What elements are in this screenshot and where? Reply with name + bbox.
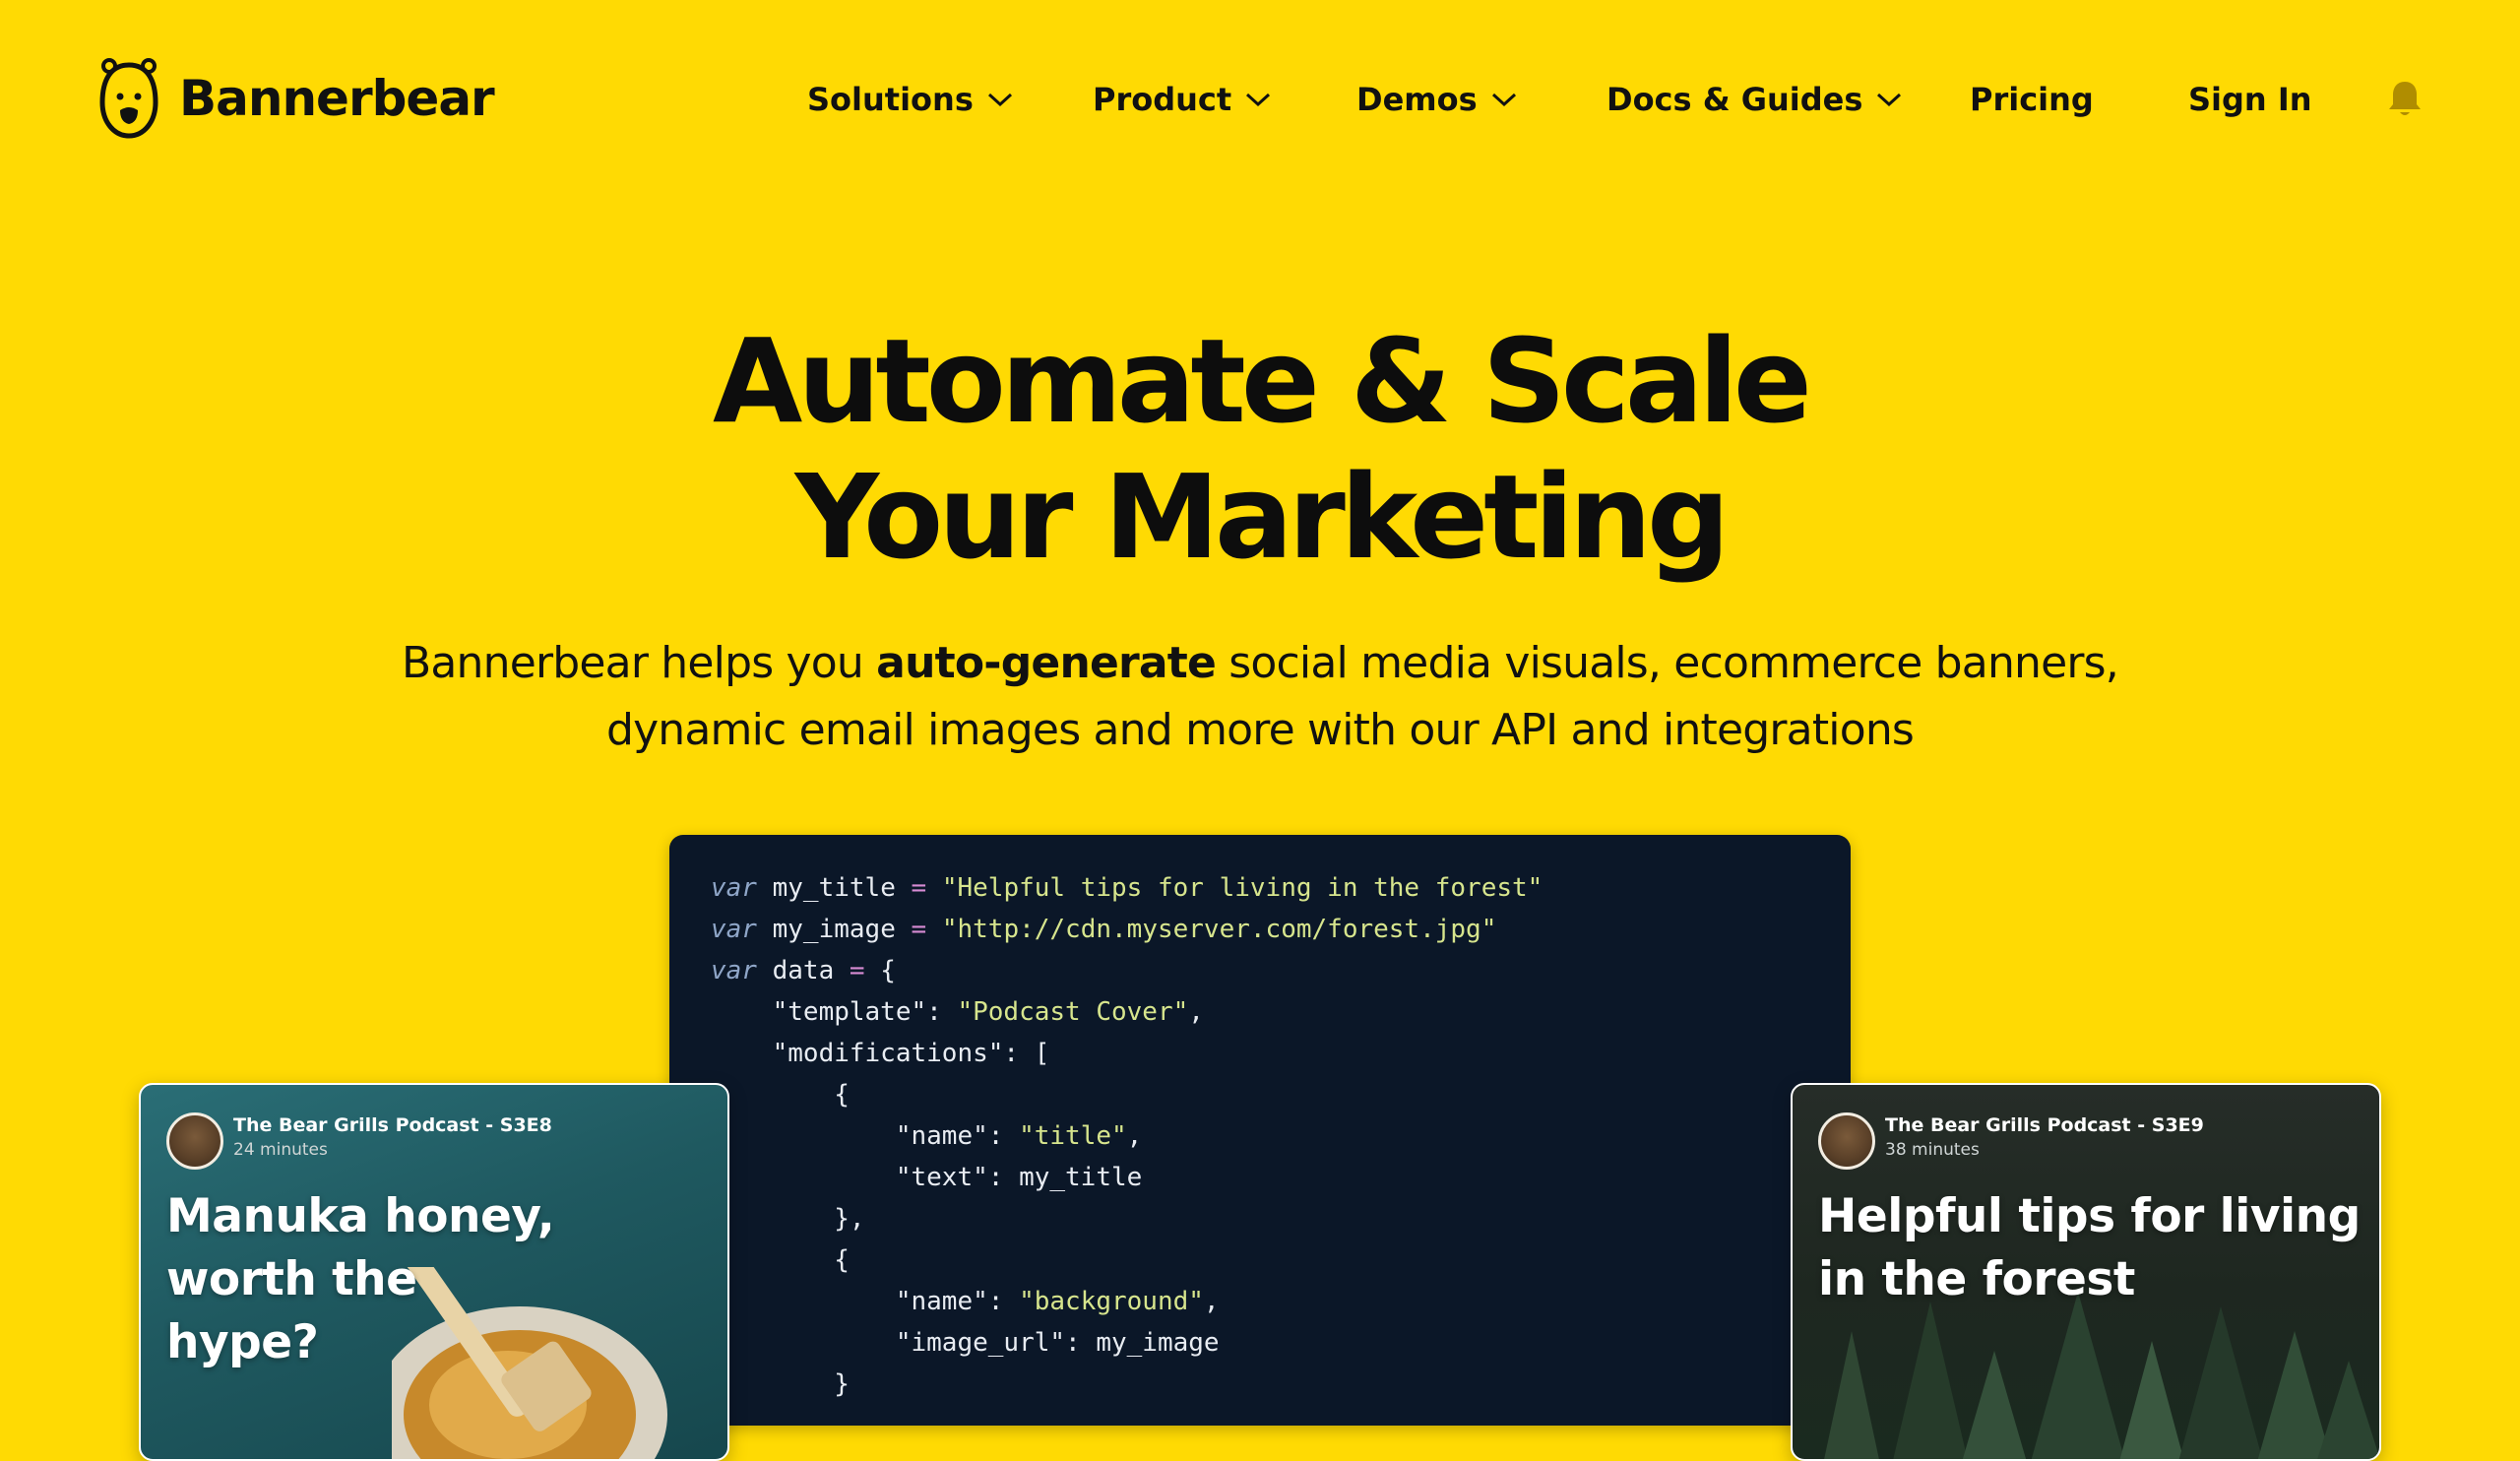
nav-demos[interactable]: Demos [1356, 75, 1517, 124]
podcast-avatar [1818, 1112, 1875, 1170]
code-line: } [711, 1369, 850, 1399]
nav-demos-label: Demos [1356, 81, 1478, 118]
nav-product-label: Product [1093, 81, 1232, 118]
nav-docs-guides-label: Docs & Guides [1606, 81, 1863, 118]
subheadline-emphasis: auto-generate [876, 638, 1217, 688]
subheadline-line-2: dynamic email images and more with our A… [605, 705, 1915, 755]
podcast-show-name: The Bear Grills Podcast - S3E8 [233, 1114, 552, 1136]
podcast-card-s3e8: The Bear Grills Podcast - S3E8 24 minute… [139, 1083, 729, 1461]
code-line: var data = { [711, 956, 896, 985]
podcast-episode-title: Helpful tips for living in the forest [1818, 1189, 2361, 1306]
code-line: var my_image = "http://cdn.myserver.com/… [711, 915, 1497, 944]
code-line: { [711, 1245, 850, 1275]
podcast-episode-title: Manuka honey, worth the hype? [166, 1189, 555, 1369]
chevron-down-icon [1491, 93, 1516, 107]
code-line: }, [711, 1204, 865, 1234]
hero-headline: Automate & Scale Your Marketing [0, 313, 2520, 585]
subheadline-intro: Bannerbear helps you [401, 638, 877, 688]
nav-sign-in-label: Sign In [2188, 81, 2312, 118]
code-line: "modifications": [ [711, 1039, 1050, 1068]
nav-pricing-label: Pricing [1970, 81, 2094, 118]
code-line: "name": "title", [711, 1121, 1143, 1151]
nav-docs-guides[interactable]: Docs & Guides [1606, 75, 1902, 124]
podcast-duration: 24 minutes [233, 1140, 328, 1160]
code-line: { [711, 1080, 850, 1110]
subheadline-line-1-rest: social media visuals, ecommerce banners, [1216, 638, 2119, 688]
code-line: var my_title = "Helpful tips for living … [711, 873, 1544, 903]
code-line: "image_url": my_image [711, 1328, 1220, 1358]
podcast-duration: 38 minutes [1885, 1140, 1980, 1160]
code-line: "template": "Podcast Cover", [711, 997, 1204, 1027]
nav-product[interactable]: Product [1093, 75, 1271, 124]
hero-headline-line-1: Automate & Scale [713, 313, 1812, 449]
chevron-down-icon [1877, 93, 1902, 107]
podcast-card-s3e9: The Bear Grills Podcast - S3E9 38 minute… [1791, 1083, 2381, 1461]
code-example-panel: var my_title = "Helpful tips for living … [669, 835, 1851, 1426]
code-line: "text": my_title [711, 1163, 1143, 1192]
chevron-down-icon [987, 93, 1012, 107]
podcast-avatar [166, 1112, 223, 1170]
nav-pricing[interactable]: Pricing [1970, 75, 2094, 124]
code-line: "name": "background", [711, 1287, 1220, 1316]
hero-headline-line-2: Your Marketing [794, 449, 1731, 585]
hero-subheadline: Bannerbear helps you auto-generate socia… [0, 630, 2520, 764]
top-navigation: Bannerbear Solutions Product Demos Docs … [0, 0, 2520, 197]
podcast-show-name: The Bear Grills Podcast - S3E9 [1885, 1114, 2204, 1136]
bell-icon[interactable] [2386, 79, 2424, 118]
brand-logo-link[interactable]: Bannerbear [96, 57, 495, 140]
chevron-down-icon [1246, 93, 1271, 107]
bear-logo-icon [99, 58, 158, 139]
brand-name: Bannerbear [179, 70, 495, 127]
nav-solutions[interactable]: Solutions [807, 75, 1013, 124]
nav-solutions-label: Solutions [807, 81, 974, 118]
nav-sign-in[interactable]: Sign In [2188, 75, 2312, 124]
